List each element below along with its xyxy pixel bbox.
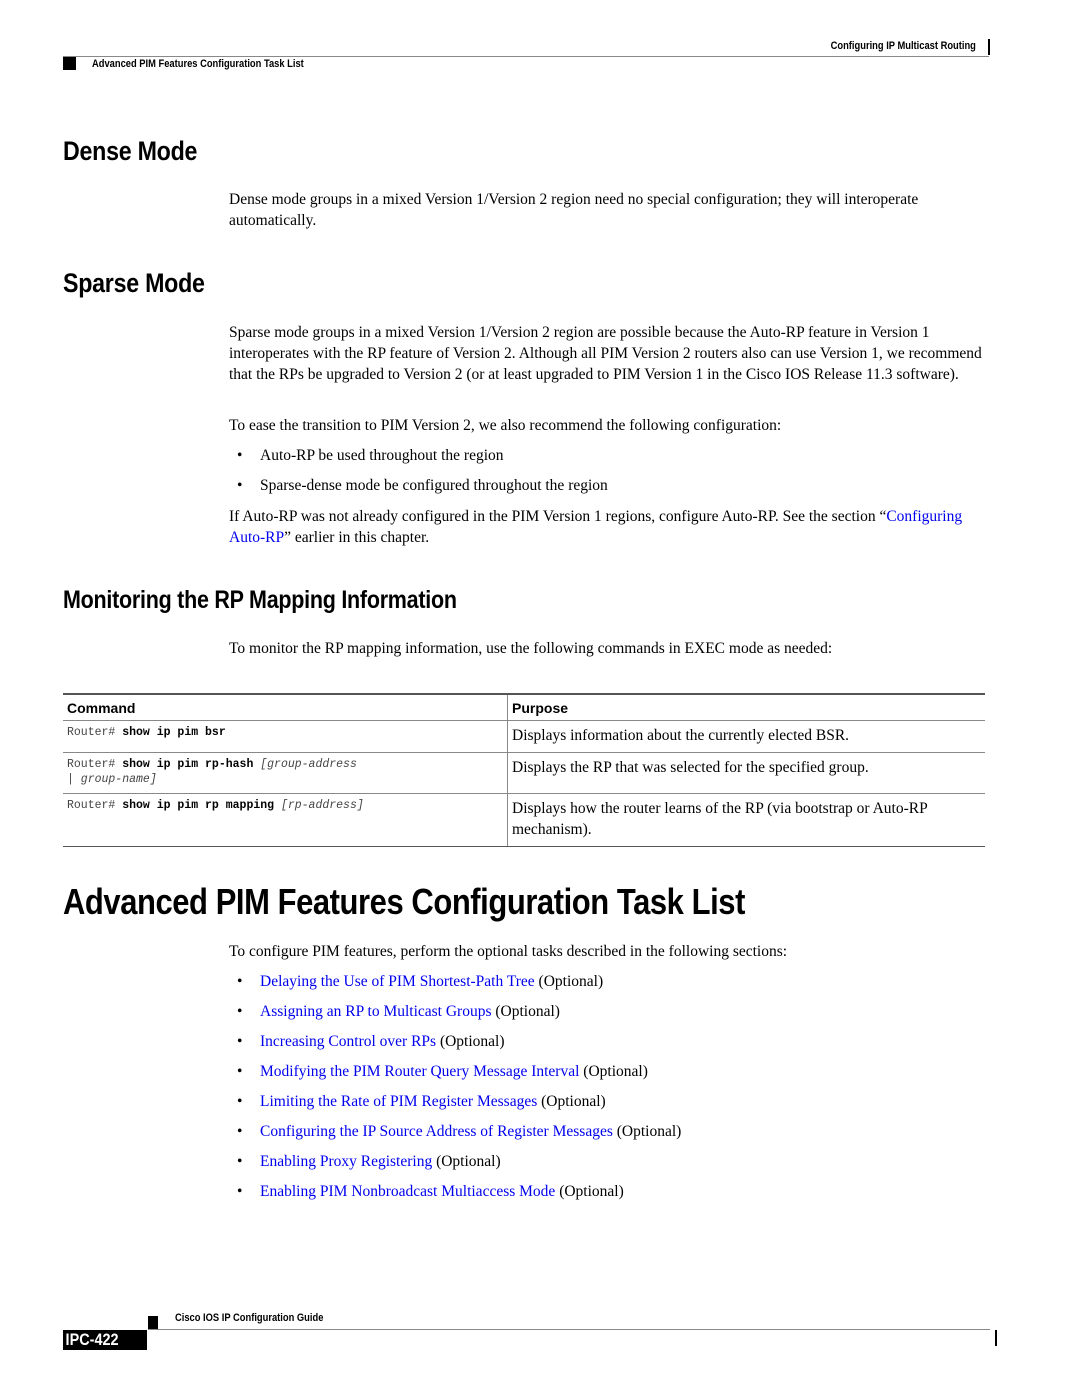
list-item: • Assigning an RP to Multicast Groups (Op… (237, 1003, 560, 1020)
task-link[interactable]: Enabling Proxy Registering (260, 1153, 432, 1170)
table-row: Router# show ip pim rp mapping [rp-addre… (63, 793, 985, 847)
task-link[interactable]: Limiting the Rate of PIM Register Messag… (260, 1093, 537, 1110)
header-square-marker (63, 57, 76, 70)
header-bar-marker (988, 39, 990, 55)
sparse-mode-closing: If Auto-RP was not already configured in… (229, 508, 963, 546)
footer-rule (148, 1329, 990, 1330)
purpose-cell: Displays the RP that was selected for th… (507, 752, 985, 794)
list-item: • Modifying the PIM Router Query Message … (237, 1063, 648, 1080)
task-link[interactable]: Assigning an RP to Multicast Groups (260, 1003, 492, 1020)
task-link[interactable]: Enabling PIM Nonbroadcast Multiaccess Mo… (260, 1183, 555, 1200)
footer-guide-title: Cisco IOS IP Configuration Guide (175, 1312, 324, 1324)
bullet-icon: • (237, 1063, 243, 1080)
advanced-pim-heading: Advanced PIM Features Configuration Task… (63, 881, 745, 922)
bullet-icon: • (237, 1003, 243, 1020)
bullet-icon: • (237, 1183, 243, 1200)
sparse-mode-body: Sparse mode groups in a mixed Version 1/… (229, 324, 982, 383)
page-number-badge: IPC-422 (63, 1330, 147, 1350)
list-item: • Limiting the Rate of PIM Register Messa… (237, 1093, 606, 1110)
task-link[interactable]: Configuring the IP Source Address of Reg… (260, 1123, 613, 1140)
dense-mode-body: Dense mode groups in a mixed Version 1/V… (229, 191, 919, 229)
list-item: • Enabling PIM Nonbroadcast Multiaccess M… (237, 1183, 624, 1200)
advanced-pim-intro: To configure PIM features, perform the o… (229, 943, 788, 960)
command-cell: Router# show ip pim rp mapping [rp-addre… (63, 793, 508, 847)
bullet-icon: • (237, 447, 243, 464)
bullet-icon: • (237, 1033, 243, 1050)
sparse-mode-heading: Sparse Mode (63, 268, 205, 298)
list-item: • Auto-RP be used throughout the region (237, 447, 504, 464)
monitoring-heading: Monitoring the RP Mapping Information (63, 586, 457, 614)
bullet-icon: • (237, 1093, 243, 1110)
purpose-cell: Displays how the router learns of the RP… (507, 793, 985, 847)
command-table: Command Purpose Router# show ip pim bsr … (63, 693, 985, 847)
column-header-purpose: Purpose (507, 693, 985, 721)
list-item: • Sparse-dense mode be configured through… (237, 477, 608, 494)
list-item: • Enabling Proxy Registering (Optional) (237, 1153, 501, 1170)
list-item: • Configuring the IP Source Address of Re… (237, 1123, 682, 1140)
table-row: Router# show ip pim rp-hash [group-addre… (63, 752, 985, 794)
task-link[interactable]: Modifying the PIM Router Query Message I… (260, 1063, 579, 1080)
purpose-cell: Displays information about the currently… (507, 720, 985, 753)
dense-mode-heading: Dense Mode (63, 136, 198, 166)
list-item: • Increasing Control over RPs (Optional) (237, 1033, 505, 1050)
monitoring-intro: To monitor the RP mapping information, u… (229, 640, 833, 657)
header-rule (63, 56, 989, 57)
command-cell: Router# show ip pim rp-hash [group-addre… (63, 752, 508, 794)
task-link[interactable]: Delaying the Use of PIM Shortest-Path Tr… (260, 973, 535, 990)
bullet-icon: • (237, 477, 243, 494)
table-header-row: Command Purpose (63, 693, 985, 721)
chapter-title: Configuring IP Multicast Routing (830, 40, 976, 52)
footer-square-marker (148, 1316, 158, 1329)
column-header-command: Command (63, 693, 508, 721)
sparse-mode-intro: To ease the transition to PIM Version 2,… (229, 417, 782, 434)
bullet-icon: • (237, 1123, 243, 1140)
task-link[interactable]: Increasing Control over RPs (260, 1033, 436, 1050)
table-row: Router# show ip pim bsr Displays informa… (63, 720, 985, 753)
section-title: Advanced PIM Features Configuration Task… (92, 58, 304, 70)
bullet-icon: • (237, 1153, 243, 1170)
bullet-icon: • (237, 973, 243, 990)
list-item: • Delaying the Use of PIM Shortest-Path T… (237, 973, 604, 990)
footer-bar-marker (995, 1330, 997, 1346)
command-cell: Router# show ip pim bsr (63, 720, 508, 753)
